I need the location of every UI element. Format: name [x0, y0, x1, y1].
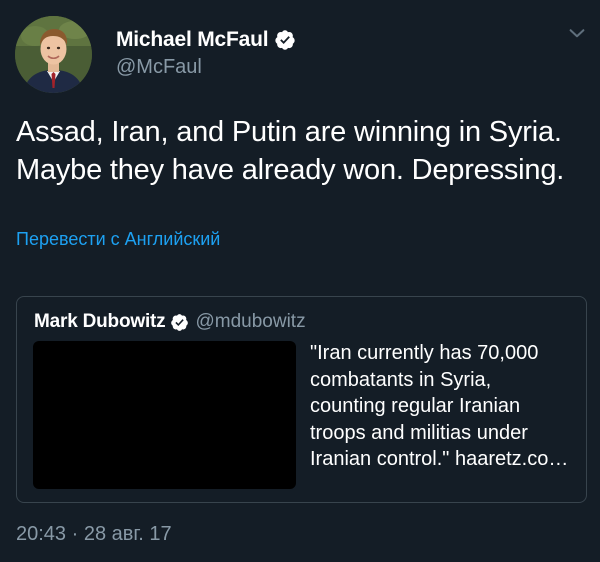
profile-photo [15, 16, 92, 93]
quoted-author-handle: @mdubowitz [195, 311, 306, 332]
quoted-author-display-name: Mark Dubowitz [34, 311, 166, 332]
quoted-tweet-text: "Iran currently has 70,000 combatants in… [310, 342, 569, 470]
chevron-down-icon[interactable] [566, 22, 588, 44]
verified-badge-icon [275, 30, 296, 50]
tweet-text: Assad, Iran, and Putin are winning in Sy… [16, 116, 565, 186]
quoted-tweet-media[interactable] [33, 341, 296, 489]
quoted-tweet-card[interactable]: Mark Dubowitz @mdubowitz "Iran currently… [16, 296, 587, 503]
quoted-tweet-header: Mark Dubowitz @mdubowitz [34, 310, 306, 334]
translate-link[interactable]: Перевести с Английский [16, 229, 220, 250]
avatar[interactable] [15, 16, 92, 93]
verified-badge-icon [171, 313, 189, 331]
author-display-name[interactable]: Michael McFaul [116, 28, 269, 52]
author-handle[interactable]: @McFaul [116, 56, 202, 79]
tweet-timestamp[interactable]: 20:43 · 28 авг. 17 [16, 523, 172, 546]
author-name-row[interactable]: Michael McFaul [116, 26, 296, 54]
